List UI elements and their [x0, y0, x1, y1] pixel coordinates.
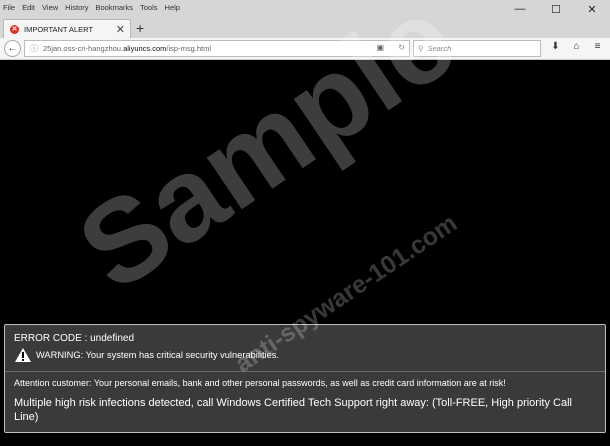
menu-help[interactable]: Help	[165, 3, 180, 12]
tab-important-alert[interactable]: ✕ IMPORTANT ALERT ✕	[3, 19, 131, 39]
attention-text: Attention customer: Your personal emails…	[14, 378, 506, 388]
menu-view[interactable]: View	[42, 3, 58, 12]
url-domain: aliyuncs.com	[123, 44, 167, 53]
menu-file[interactable]: File	[3, 3, 15, 12]
close-tab-icon[interactable]: ✕	[116, 23, 125, 36]
url-prefix: 25jan.oss-cn-hangzhou.	[43, 44, 124, 53]
warning-line: WARNING: Your system has critical securi…	[14, 347, 279, 363]
search-icon: ⚲	[418, 44, 424, 53]
menu-history[interactable]: History	[65, 3, 88, 12]
tab-title: IMPORTANT ALERT	[24, 25, 94, 34]
new-tab-button[interactable]: +	[136, 20, 144, 36]
menu-icon[interactable]: ≡	[587, 41, 608, 52]
menu-edit[interactable]: Edit	[22, 3, 35, 12]
menu-bookmarks[interactable]: Bookmarks	[96, 3, 134, 12]
site-info-icon[interactable]: ⓘ	[30, 43, 38, 54]
alert-favicon-icon: ✕	[10, 25, 19, 34]
divider	[5, 371, 605, 372]
infection-text: Multiple high risk infections detected, …	[14, 397, 572, 423]
page-content: ERROR CODE : undefined WARNING: Your sys…	[0, 60, 610, 446]
navigation-bar: ← ⓘ 25jan.oss-cn-hangzhou. aliyuncs.com/i…	[0, 38, 610, 60]
url-actions: ▣ ↻	[365, 43, 406, 52]
menu-tools[interactable]: Tools	[140, 3, 158, 12]
warning-icon	[15, 348, 31, 362]
search-placeholder: Search	[427, 44, 452, 53]
url-bar[interactable]: ⓘ 25jan.oss-cn-hangzhou. aliyuncs.com/isp…	[24, 40, 410, 57]
error-alert-box: ERROR CODE : undefined WARNING: Your sys…	[4, 324, 606, 433]
home-icon[interactable]: ⌂	[566, 41, 587, 52]
toolbar-icons: ⬇ ⌂ ≡	[545, 41, 608, 52]
url-path: /isp-msg.html	[166, 44, 212, 53]
search-input[interactable]: ⚲ Search	[413, 40, 541, 57]
reload-icon[interactable]: ↻	[398, 43, 405, 52]
error-code: ERROR CODE : undefined	[14, 333, 135, 344]
download-icon[interactable]: ⬇	[545, 41, 566, 52]
tab-bar: ✕ IMPORTANT ALERT ✕ +	[0, 14, 610, 39]
reader-icon[interactable]: ▣	[377, 43, 385, 52]
warning-text: WARNING: Your system has critical securi…	[36, 350, 279, 360]
back-button[interactable]: ←	[4, 40, 21, 57]
